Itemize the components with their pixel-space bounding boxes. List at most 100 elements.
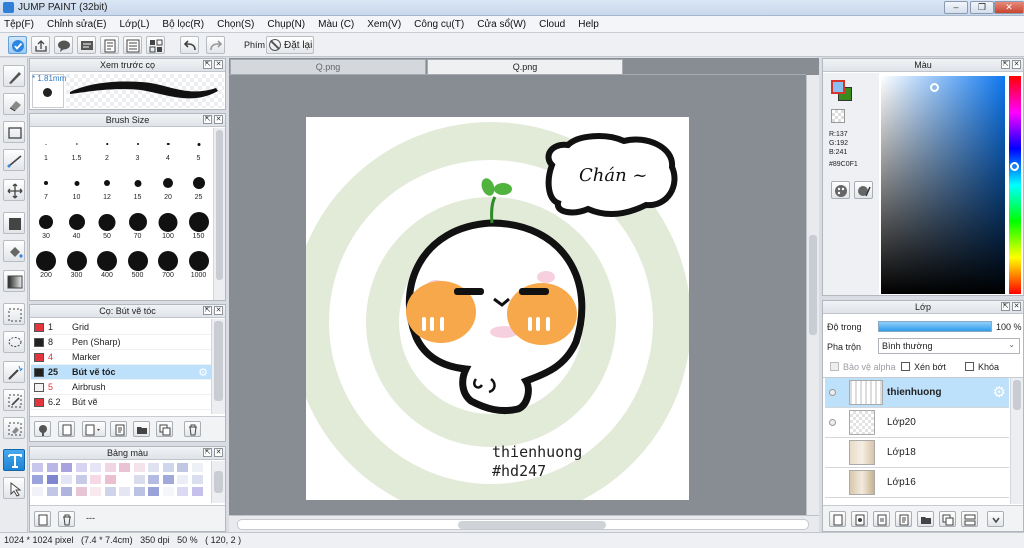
brush-tool-settings-button[interactable]	[34, 421, 51, 437]
palette-swatch[interactable]	[191, 487, 203, 496]
undo-button[interactable]	[180, 36, 199, 54]
palette-swatch[interactable]	[133, 487, 145, 496]
palette-swatch[interactable]	[75, 475, 87, 484]
palette-swatch[interactable]	[104, 463, 116, 472]
color-picker-cursor[interactable]	[930, 83, 939, 92]
layer-more-button[interactable]	[987, 511, 1004, 527]
canvas-horizontal-scrollbar[interactable]	[229, 515, 819, 532]
toolbar-export-button[interactable]	[31, 36, 50, 54]
brush-size-cell[interactable]: 30	[32, 208, 60, 241]
palette-swatch[interactable]	[46, 475, 58, 484]
brush-size-cell[interactable]: 2	[93, 130, 121, 163]
palette-swatch[interactable]	[90, 475, 101, 484]
palette-swatch[interactable]	[46, 487, 58, 496]
copy-brush-button[interactable]	[110, 421, 127, 437]
menu-help[interactable]: Help	[578, 19, 599, 30]
clipping-checkbox[interactable]	[901, 362, 910, 371]
new-palette-button[interactable]	[34, 511, 51, 527]
brush-folder-button[interactable]	[133, 421, 150, 437]
brush-tool[interactable]	[3, 65, 25, 87]
palette-swatch[interactable]	[177, 463, 188, 472]
palette-swatch[interactable]	[119, 475, 130, 484]
minimize-button[interactable]: –	[944, 1, 968, 14]
palette-swatch[interactable]	[90, 463, 101, 472]
operation-tool[interactable]	[3, 477, 25, 499]
artwork-canvas[interactable]: Chán ~ thienhuong #hd247	[306, 117, 689, 500]
panel-close-icon[interactable]: ✕	[1012, 302, 1021, 311]
palette-swatch[interactable]	[162, 463, 174, 472]
merge-layer-button[interactable]	[961, 511, 978, 527]
menu-capture[interactable]: Chụp(N)	[267, 19, 305, 30]
layer-folder-button[interactable]	[917, 511, 934, 527]
palette-swatch[interactable]	[148, 463, 159, 472]
palette-swatch[interactable]	[46, 463, 58, 472]
palette-swatch[interactable]	[177, 487, 188, 496]
duplicate-brush-button[interactable]	[156, 421, 173, 437]
brush-size-cell[interactable]: 7	[32, 169, 60, 202]
palette-edit-button[interactable]	[854, 181, 873, 199]
menu-view[interactable]: Xem(V)	[367, 19, 401, 30]
move-tool[interactable]	[3, 179, 25, 201]
selection-eraser-tool[interactable]	[3, 417, 25, 439]
menu-select[interactable]: Chọn(S)	[217, 19, 254, 30]
palette-swatch[interactable]	[75, 487, 87, 496]
brush-list-item[interactable]: 4 Marker	[31, 350, 211, 365]
panel-close-icon[interactable]: ✕	[214, 115, 223, 124]
brush-size-cell[interactable]: 150	[185, 208, 213, 241]
menu-color[interactable]: Màu (C)	[318, 19, 354, 30]
brush-list-item[interactable]: 5 Airbrush	[31, 380, 211, 395]
palette-swatch[interactable]	[61, 487, 72, 496]
brush-size-cell[interactable]: 20	[154, 169, 182, 202]
line-tool[interactable]	[3, 149, 25, 171]
lock-checkbox[interactable]	[965, 362, 974, 371]
brush-size-cell[interactable]: 70	[124, 208, 152, 241]
palette-swatch[interactable]	[32, 487, 43, 496]
toolbar-grid-button[interactable]	[146, 36, 165, 54]
selection-pen-tool[interactable]	[3, 389, 25, 411]
palette-swatch[interactable]	[133, 463, 145, 472]
brush-size-scrollbar[interactable]	[213, 128, 225, 300]
saturation-value-picker[interactable]	[881, 76, 1005, 294]
transparent-color-swatch[interactable]	[831, 109, 845, 123]
redo-button[interactable]	[206, 36, 225, 54]
restore-button[interactable]: ❐	[970, 1, 994, 14]
float-icon[interactable]: ⇱	[203, 306, 212, 315]
new-layer-button[interactable]	[829, 511, 846, 527]
magic-wand-tool[interactable]	[3, 361, 25, 383]
layer-row[interactable]: Lớp20	[825, 408, 1009, 438]
menu-window[interactable]: Cửa sổ(W)	[477, 19, 526, 30]
brush-size-cell[interactable]: 25	[185, 169, 213, 202]
float-icon[interactable]: ⇱	[1001, 302, 1010, 311]
brush-size-cell[interactable]: 200	[32, 247, 60, 280]
toolbar-chat-button[interactable]	[54, 36, 73, 54]
layer-list-scrollbar[interactable]	[1010, 378, 1023, 504]
float-icon[interactable]: ⇱	[203, 60, 212, 69]
gear-icon[interactable]: ⚙	[993, 383, 1006, 401]
close-button[interactable]: ✕	[994, 1, 1024, 14]
fill-rect-tool[interactable]	[3, 212, 25, 234]
brush-size-cell[interactable]: 40	[63, 208, 91, 241]
toolbar-document-button[interactable]	[100, 36, 119, 54]
new-1bit-layer-button[interactable]	[895, 511, 912, 527]
tab-q-png-1[interactable]: Q.png	[230, 59, 426, 74]
menu-layer[interactable]: Lớp(L)	[120, 19, 150, 30]
menu-cloud[interactable]: Cloud	[539, 19, 565, 30]
brush-size-cell[interactable]: 500	[124, 247, 152, 280]
palette-swatch[interactable]	[133, 475, 145, 484]
panel-close-icon[interactable]: ✕	[1012, 60, 1021, 69]
brush-size-cell[interactable]: 100	[154, 208, 182, 241]
blend-mode-select[interactable]: Bình thường ⌄	[878, 338, 1020, 354]
opacity-slider[interactable]	[878, 321, 992, 332]
palette-scrollbar[interactable]	[211, 461, 225, 503]
palette-swatch[interactable]	[191, 463, 203, 472]
palette-swatch[interactable]	[61, 463, 72, 472]
palette-swatch[interactable]	[148, 475, 159, 484]
brush-size-cell[interactable]: 15	[124, 169, 152, 202]
bucket-tool[interactable]	[3, 240, 25, 262]
brush-list-item[interactable]: 25 Bút vẽ tóc ⚙	[31, 365, 211, 380]
palette-swatch[interactable]	[75, 463, 87, 472]
brush-size-cell[interactable]: 5	[185, 130, 213, 163]
palette-swatch[interactable]	[162, 487, 174, 496]
brush-size-cell[interactable]: 700	[154, 247, 182, 280]
eye-icon[interactable]	[829, 419, 836, 426]
